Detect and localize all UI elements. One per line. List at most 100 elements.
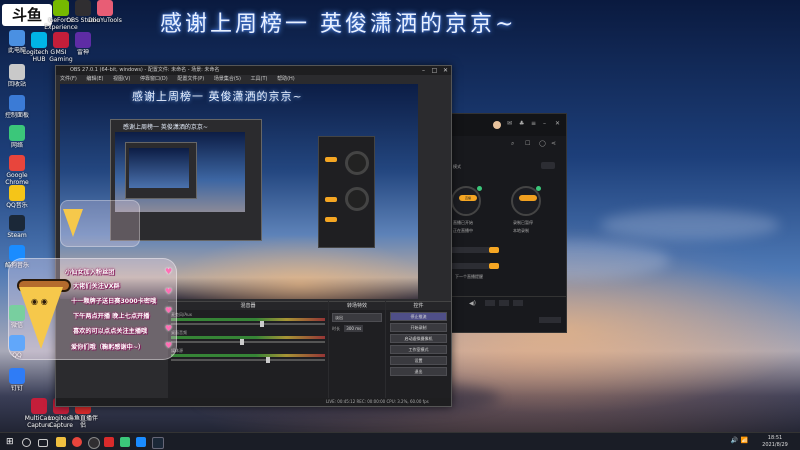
close-icon[interactable]: ✕ (555, 120, 560, 127)
menu-icon[interactable]: ≡ (531, 120, 536, 127)
desktop-icon-qq-music[interactable]: QQ音乐 (0, 185, 34, 216)
divider (449, 296, 566, 297)
minimize-icon[interactable]: – (418, 66, 429, 75)
volume-thumb[interactable] (240, 339, 245, 345)
desktop-icon-leishen[interactable]: 雷神 (66, 32, 100, 63)
menu-help[interactable]: 帮助(H) (277, 76, 295, 82)
mic-button[interactable] (485, 300, 495, 306)
menu-file[interactable]: 文件(F) (60, 76, 77, 82)
close-icon[interactable]: ✕ (440, 66, 451, 75)
clock-time: 18:51 (767, 435, 783, 441)
chat-icon[interactable]: ◯ (539, 140, 546, 147)
shirt-icon[interactable]: ♣ (519, 120, 524, 127)
stream-banner-text: 感谢上周榜一 英俊潇洒的京京~ (160, 12, 517, 37)
search-icon[interactable]: ⌕ (511, 140, 514, 148)
network-tray-icon[interactable]: 📶 (741, 437, 748, 444)
desktop-icon-recycle-bin[interactable]: 回收站 (0, 64, 34, 95)
input-field[interactable] (451, 263, 489, 269)
studio-mode-button[interactable]: 工作室模式 (390, 345, 447, 354)
clock[interactable]: 18:51 2021/8/29 (760, 435, 790, 449)
footer-button[interactable] (539, 317, 561, 323)
obs-icon[interactable] (88, 437, 100, 449)
share-icon[interactable]: ⋖ (551, 140, 556, 147)
volume-meter (171, 336, 325, 339)
volume-slider[interactable] (171, 357, 325, 363)
mixer-row: 麦克风/Aux (171, 312, 325, 328)
start-live-button[interactable]: 直播 (459, 195, 477, 201)
input-field[interactable] (451, 247, 489, 253)
chrome-icon[interactable] (72, 437, 82, 447)
screen-button[interactable] (513, 300, 523, 306)
desktop-icon-chrome[interactable]: Google Chrome (0, 155, 34, 186)
qq-icon[interactable] (136, 437, 146, 447)
menu-profile[interactable]: 配置文件(P) (177, 76, 204, 82)
record-button[interactable] (519, 195, 537, 201)
pizza-face: ◉ ◉ (31, 297, 48, 306)
steam-icon[interactable] (152, 437, 164, 449)
desktop-icon-control-panel[interactable]: 控制面板 (0, 95, 34, 126)
volume-thumb[interactable] (260, 321, 265, 327)
camera-button[interactable] (499, 300, 509, 306)
live-dot-indicator (477, 186, 482, 191)
mixer-row: 桌面音频 (171, 330, 325, 346)
menu-view[interactable]: 视图(V) (113, 76, 130, 82)
recycle-bin-icon (9, 64, 25, 80)
start-recording-button[interactable]: 开始录制 (390, 323, 447, 332)
confirm-button[interactable] (489, 263, 499, 269)
capture-side-panel (318, 136, 375, 248)
transition-select[interactable]: 淡出 (332, 313, 382, 322)
chat-message: 十一颗牌子送日赛3000卡密哦 (71, 298, 157, 305)
dingtalk-icon (9, 368, 25, 384)
desktop-icon-douyutools[interactable]: DouYuTools (88, 0, 122, 31)
chat-message: 下午两点开播 晚上七点开播 (73, 313, 150, 320)
volume-tray-icon[interactable]: 🔊 (731, 437, 738, 444)
desktop-icon-dingtalk[interactable]: 钉钉 (0, 368, 34, 399)
nested-obs-capture-2 (125, 142, 197, 199)
task-view-icon[interactable] (38, 439, 48, 447)
volume-slider[interactable] (171, 339, 325, 345)
knob-control (345, 187, 369, 211)
bookmark-icon[interactable]: ☐ (525, 140, 530, 147)
desktop-icon-steam[interactable]: Steam (0, 215, 34, 246)
taskbar: ⊞ 📶 🔊 18:51 2021/8/29 (0, 432, 800, 450)
duration-input[interactable]: 300 ms (344, 325, 364, 332)
orange-toggle (325, 157, 337, 162)
avatar[interactable] (493, 121, 501, 129)
chat-message: 小仙女加入粉丝团 (65, 269, 115, 276)
wechat-icon[interactable] (120, 437, 130, 447)
right-circle-sub: 本地录制 (513, 228, 529, 233)
mixer-title: 混音器 (168, 302, 328, 310)
settings-button[interactable]: 设置 (390, 356, 447, 365)
obs-titlebar: OBS 27.0.1 (64-bit, windows) - 配置文件: 未命名… (56, 66, 451, 75)
file-explorer-icon[interactable] (56, 437, 66, 447)
confirm-button[interactable] (489, 247, 499, 253)
maximize-icon[interactable]: □ (429, 66, 440, 75)
minimize-icon[interactable]: – (543, 120, 546, 127)
menu-docks[interactable]: 停靠窗口(D) (140, 76, 168, 82)
left-circle-sub: 正在直播中 (453, 228, 473, 233)
search-icon[interactable] (22, 438, 31, 447)
chrome-icon (9, 155, 25, 171)
windows-start-icon[interactable]: ⊞ (6, 437, 16, 447)
obs-title: OBS 27.0.1 (64-bit, windows) - 配置文件: 未命名… (70, 67, 220, 73)
nested-preview-2 (129, 148, 189, 188)
companion-header: ✉ ♣ ≡ – ✕ (449, 114, 566, 136)
menu-scene-collection[interactable]: 场景集合(S) (214, 76, 241, 82)
pizza-mascot-icon (63, 209, 83, 237)
live-status-ring (451, 186, 481, 216)
stop-streaming-button[interactable]: 停止推流 (390, 312, 447, 321)
douyu-icon[interactable] (104, 437, 114, 447)
mail-icon[interactable]: ✉ (507, 120, 512, 127)
menu-tools[interactable]: 工具(T) (251, 76, 268, 82)
desktop-icon-network[interactable]: 网络 (0, 125, 34, 156)
toggle-button[interactable] (541, 162, 555, 169)
exit-button[interactable]: 退出 (390, 367, 447, 376)
menu-edit[interactable]: 编辑(E) (86, 76, 103, 82)
record-dot-indicator (536, 186, 541, 191)
volume-slider[interactable] (171, 321, 325, 327)
hint-text: 下一个直播提醒 (455, 274, 483, 279)
volume-thumb[interactable] (266, 357, 271, 363)
speaker-icon[interactable]: ◀) (469, 300, 476, 307)
nested-banner-text: 感谢上周榜一 英俊潇洒的京京~ (123, 124, 208, 131)
virtual-camera-button[interactable]: 启动虚拟摄像机 (390, 334, 447, 343)
